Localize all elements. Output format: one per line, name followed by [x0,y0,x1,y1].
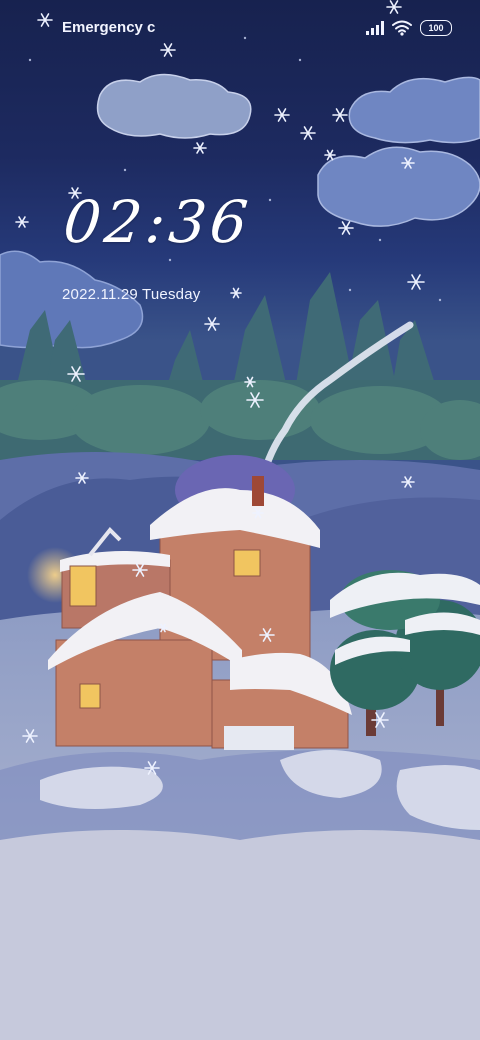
lock-clock: 02:36 [60,188,255,256]
wifi-icon [392,20,412,36]
signal-icon [366,21,384,35]
battery-indicator: 100 [420,20,452,36]
carrier-label: Emergency c [62,19,156,36]
lock-date: 2022.11.29 Tuesday [62,286,201,303]
status-icons: 100 [366,18,452,38]
status-bar: Emergency c 100 [0,0,480,56]
lock-screen: Emergency c 100 02:36 2022.11.29 Tuesday [0,0,480,1040]
wallpaper-image [0,0,480,1040]
